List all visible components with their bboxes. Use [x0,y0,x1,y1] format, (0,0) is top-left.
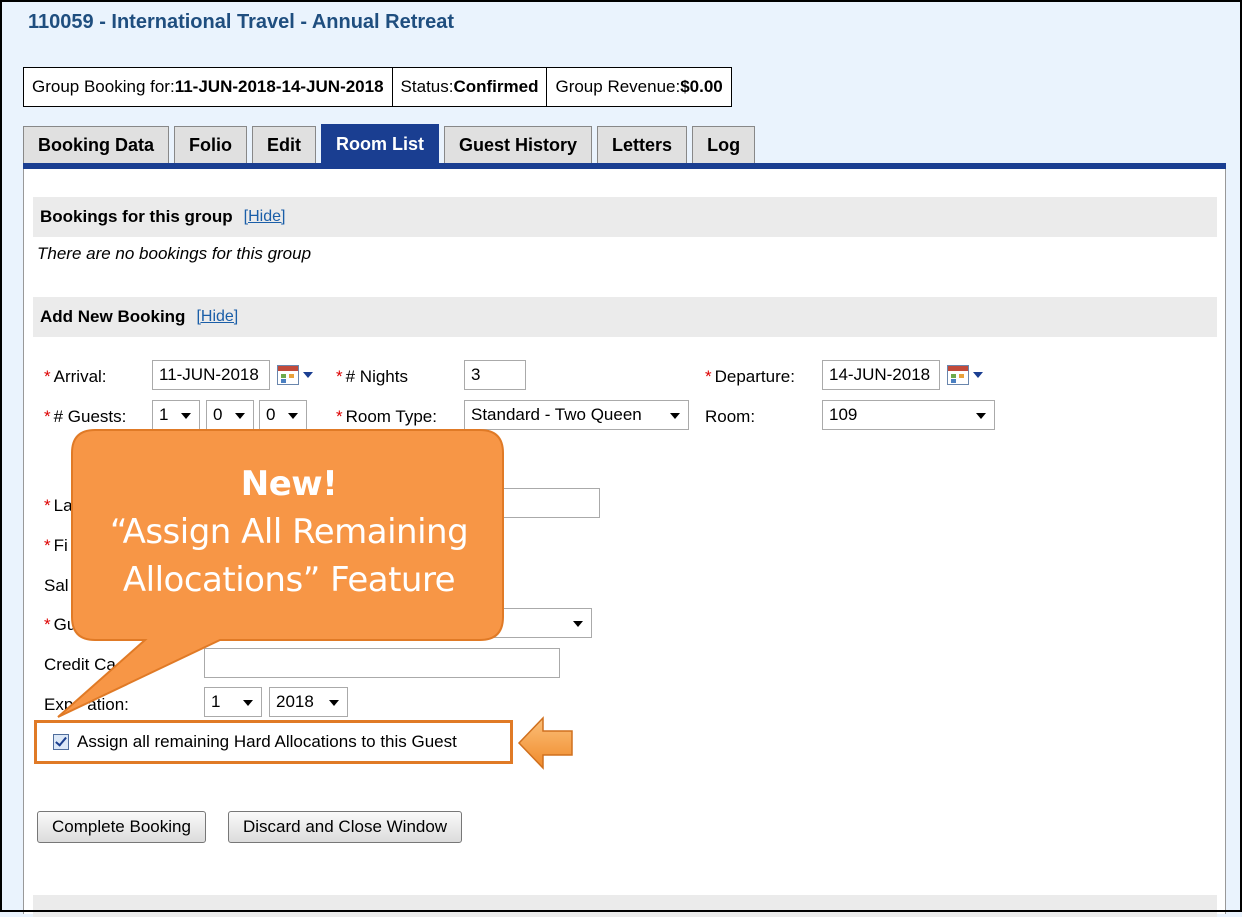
guest-type-select[interactable] [464,608,592,638]
tab-guest-history[interactable]: Guest History [444,126,593,163]
booking-dates-cell: Group Booking for: 11-JUN-2018-14-JUN-201… [24,68,393,106]
calendar-icon [947,365,969,385]
expiration-label-start: Exp [44,695,74,714]
credit-card-label: Credit Ca [44,655,116,674]
guests-children-select[interactable]: 0 [206,400,254,430]
salutation-label: Sal [44,576,69,595]
nights-input[interactable] [464,360,526,390]
expiration-label-end: ation: [87,695,129,714]
departure-label-text: Departure: [714,367,795,386]
arrival-calendar-button[interactable] [277,360,319,390]
credit-card-input[interactable] [204,648,560,678]
add-booking-section-title: Add New Booking [40,307,186,326]
tab-folio[interactable]: Folio [174,126,248,163]
group-info-bar: Group Booking for: 11-JUN-2018-14-JUN-201… [23,67,732,107]
guests-adults-select[interactable]: 1 [152,400,200,430]
nights-label-text: # Nights [345,367,408,386]
departure-input[interactable] [822,360,940,390]
discard-close-button[interactable]: Discard and Close Window [228,811,463,843]
guest-type-label: * Gu [44,615,76,635]
required-mark: * [336,367,343,386]
next-section-header [33,895,1217,917]
chevron-down-icon [973,372,983,378]
first-name-label-text: Fi [53,536,68,555]
room-type-select[interactable]: Standard - Two Queen [464,400,689,430]
revenue-cell: Group Revenue: $0.00 [547,68,730,106]
arrival-label-text: Arrival: [53,367,107,386]
guests-label: * # Guests: [44,407,126,427]
tab-booking-data[interactable]: Booking Data [23,126,170,163]
expiration-label: Exp ation: [44,695,129,715]
room-select[interactable]: 109 [822,400,995,430]
bookings-section-title: Bookings for this group [40,207,233,226]
tab-edit[interactable]: Edit [252,126,317,163]
arrival-label: * Arrival: [44,367,107,387]
bookings-section-header: Bookings for this group [Hide] [33,197,1217,237]
nights-label: * # Nights [336,367,408,387]
guest-type-label-text: Gu [53,615,77,634]
status-value: Confirmed [453,77,539,96]
callout-headline: New! [240,464,338,504]
complete-booking-button[interactable]: Complete Booking [37,811,206,843]
booking-dates-label: Group Booking for: [32,77,175,96]
required-mark: * [336,407,343,426]
page-title: 110059 - International Travel - Annual R… [28,11,455,33]
last-name-label-text: La [53,496,73,515]
room-type-label-text: Room Type: [345,407,437,426]
assign-allocations-highlight: Assign all remaining Hard Allocations to… [34,720,513,764]
expiration-year-select[interactable]: 2018 [269,687,348,717]
expiration-month-select[interactable]: 1 [204,687,262,717]
last-name-label: * La [44,496,73,516]
bookings-hide-link[interactable]: [Hide] [244,208,286,226]
room-type-label: * Room Type: [336,407,437,427]
calendar-icon [277,365,299,385]
callout-line-2: Allocations” Feature [122,560,456,600]
required-mark: * [44,615,51,634]
required-mark: * [44,407,51,426]
first-name-label: * Fi [44,536,68,556]
revenue-label: Group Revenue: [555,77,681,96]
room-label: Room: [705,407,756,426]
required-mark: * [44,496,51,515]
tab-room-list[interactable]: Room List [321,124,440,163]
required-mark: * [44,367,51,386]
callout-line-1: “Assign All Remaining [109,512,469,552]
booking-dates-value: 11-JUN-2018-14-JUN-2018 [174,77,384,96]
arrival-input[interactable] [152,360,270,390]
tab-bar: Booking Data Folio Edit Room List Guest … [23,124,760,164]
arrow-left-icon [517,716,573,770]
tab-log[interactable]: Log [692,126,756,163]
no-bookings-message: There are no bookings for this group [37,244,312,263]
status-cell: Status: Confirmed [393,68,548,106]
assign-allocations-checkbox[interactable] [53,734,69,750]
add-booking-section-header: Add New Booking [Hide] [33,297,1217,337]
departure-label: * Departure: [705,367,795,387]
departure-calendar-button[interactable] [947,360,989,390]
required-mark: * [705,367,712,386]
guests-label-text: # Guests: [53,407,127,426]
assign-allocations-label: Assign all remaining Hard Allocations to… [77,732,457,751]
tab-letters[interactable]: Letters [597,126,688,163]
guests-infants-select[interactable]: 0 [259,400,307,430]
callout-text: New! “Assign All Remaining Allocations” … [75,460,503,604]
status-label: Status: [400,77,454,96]
revenue-value: $0.00 [680,77,723,96]
add-booking-hide-link[interactable]: [Hide] [196,308,238,326]
chevron-down-icon [303,372,313,378]
required-mark: * [44,536,51,555]
